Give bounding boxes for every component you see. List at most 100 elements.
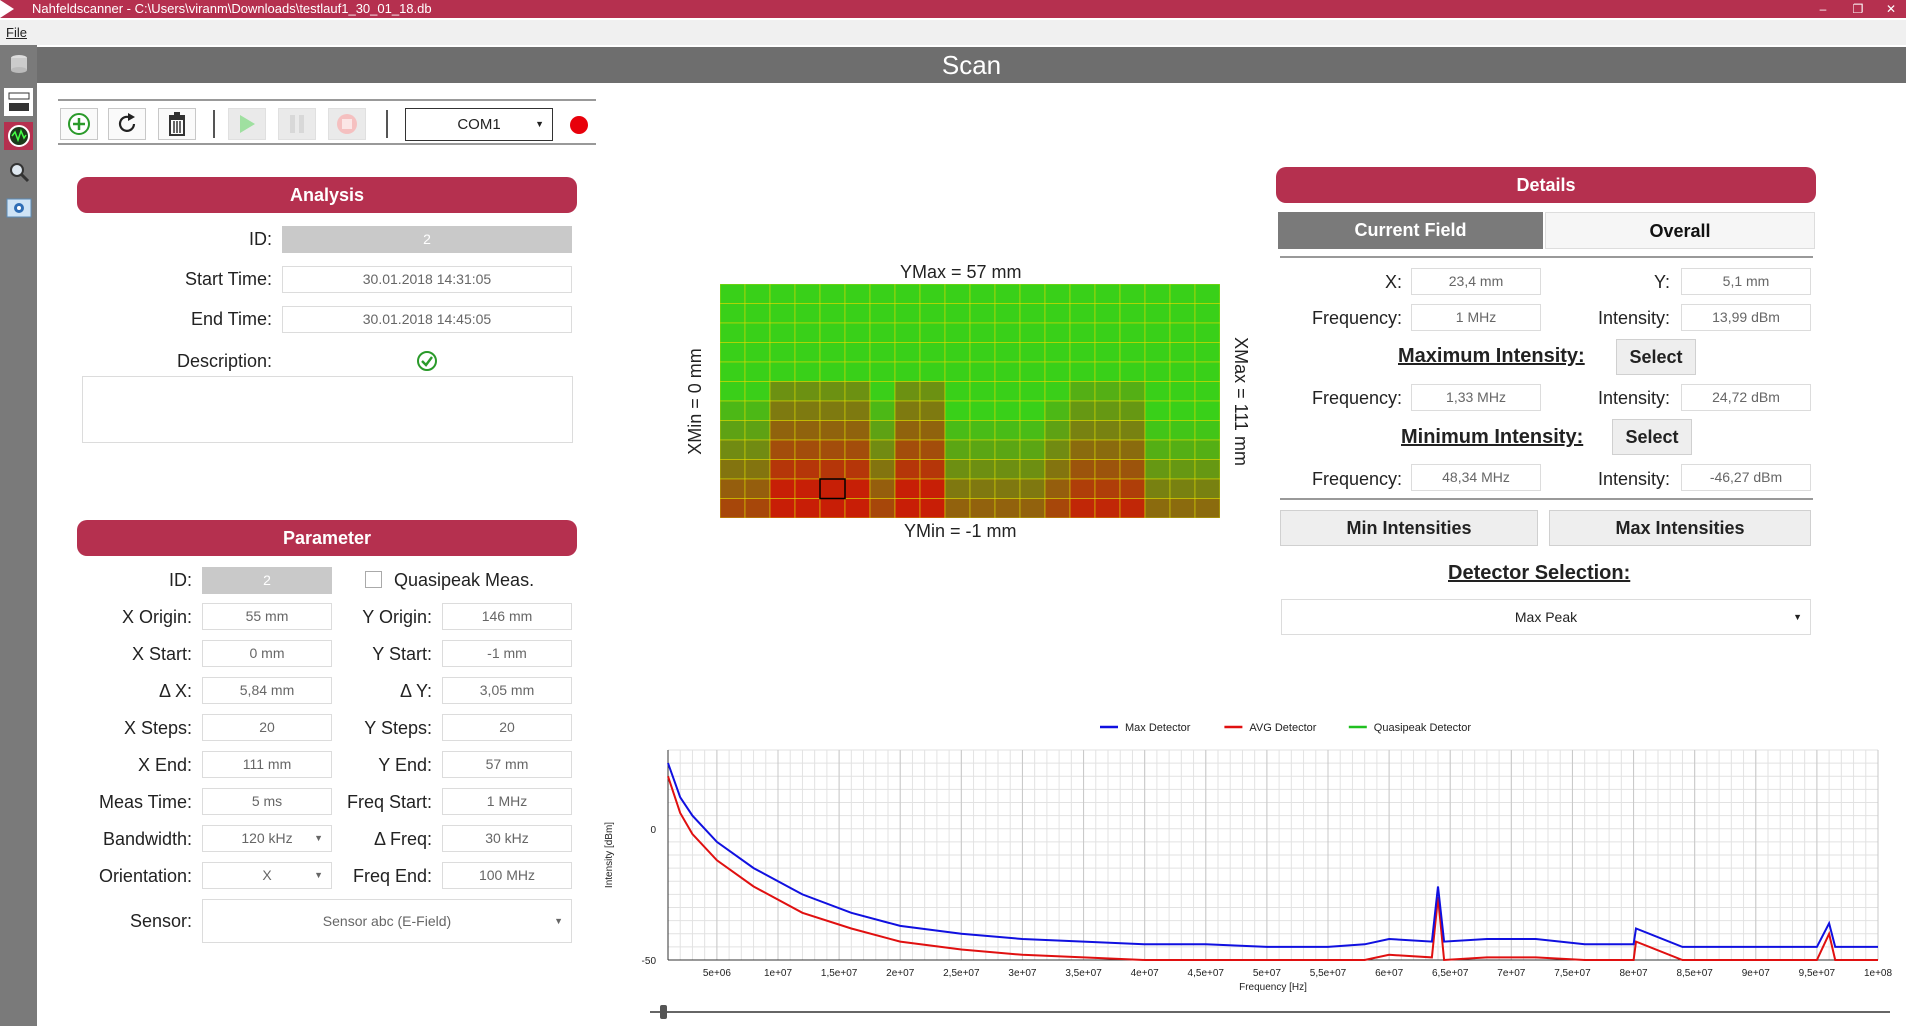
add-button[interactable]: [60, 108, 98, 140]
heatmap-cell: [744, 322, 771, 343]
orientation-label: Orientation:: [98, 866, 192, 886]
heatmap-cell: [1144, 478, 1171, 499]
heatmap-cell: [1119, 381, 1146, 402]
heatmap-cell: [969, 361, 996, 382]
heatmap-cell: [894, 400, 921, 421]
quasipeak-checkbox[interactable]: [365, 571, 382, 588]
settings-icon[interactable]: [4, 194, 33, 222]
max-intensity-select-button[interactable]: Select: [1616, 339, 1696, 375]
heatmap-cell: [1144, 381, 1171, 402]
start-time-label: Start Time:: [184, 269, 272, 289]
x-origin-field[interactable]: 55 mm: [202, 603, 332, 630]
heatmap-cell: [769, 342, 796, 363]
y-origin-label: Y Origin:: [362, 607, 432, 627]
delta-y-field[interactable]: 3,05 mm: [442, 677, 572, 704]
end-time-field[interactable]: 30.01.2018 14:45:05: [282, 306, 572, 333]
min-intensity-field: -46,27 dBm: [1681, 464, 1811, 491]
delta-x-field[interactable]: 5,84 mm: [202, 677, 332, 704]
x-tick-label: 3e+07: [1008, 968, 1037, 979]
search-icon[interactable]: [4, 158, 33, 186]
x-end-field[interactable]: 111 mm: [202, 751, 332, 778]
detail-frequency-field: 1 MHz: [1411, 304, 1541, 331]
x-tick-label: 8e+07: [1620, 968, 1649, 979]
x-tick-label: 5e+07: [1253, 968, 1282, 979]
y-steps-field[interactable]: 20: [442, 714, 572, 741]
heatmap-cell: [994, 459, 1021, 480]
chevron-down-icon: ▼: [554, 916, 563, 926]
heatmap-cell: [994, 284, 1021, 304]
app-logo-icon: [0, 0, 14, 18]
close-button[interactable]: ✕: [1876, 0, 1906, 18]
heatmap-cell: [1069, 303, 1096, 324]
sensor-select[interactable]: Sensor abc (E-Field) ▼: [202, 899, 572, 943]
heatmap-cell: [1119, 459, 1146, 480]
com-port-select[interactable]: COM1 ▼: [405, 108, 553, 141]
heatmap-cell: [1169, 420, 1196, 441]
heatmap-cell: [720, 303, 746, 324]
y-origin-field[interactable]: 146 mm: [442, 603, 572, 630]
min-intensities-button[interactable]: Min Intensities: [1280, 510, 1538, 546]
tab-current-field[interactable]: Current Field: [1278, 212, 1543, 249]
max-intensities-button[interactable]: Max Intensities: [1549, 510, 1811, 546]
heatmap-cell: [1144, 420, 1171, 441]
min-intensity-select-button[interactable]: Select: [1612, 419, 1692, 455]
heatmap-cell: [1144, 400, 1171, 421]
x-tick-label: 1e+08: [1864, 968, 1893, 979]
heatmap-cell: [869, 361, 896, 382]
bandwidth-value: 120 kHz: [241, 830, 293, 846]
refresh-button[interactable]: [108, 108, 146, 140]
detector-select[interactable]: Max Peak ▼: [1281, 599, 1811, 635]
heatmap-cell: [944, 498, 971, 518]
tab-overall[interactable]: Overall: [1545, 212, 1815, 249]
y-end-field[interactable]: 57 mm: [442, 751, 572, 778]
start-time-field[interactable]: 30.01.2018 14:31:05: [282, 266, 572, 293]
heatmap-xmin-label: XMin = 0 mm: [684, 348, 705, 455]
x-start-field[interactable]: 0 mm: [202, 640, 332, 667]
heatmap-cell: [1144, 361, 1171, 382]
heatmap-cell: [944, 478, 971, 499]
heatmap-cell: [1144, 459, 1171, 480]
quasipeak-label: Quasipeak Meas.: [394, 570, 535, 590]
zoom-slider-thumb[interactable]: [660, 1005, 667, 1019]
heatmap-cell: [1119, 420, 1146, 441]
menu-file[interactable]: File: [6, 25, 27, 40]
heatmap-cell: [869, 400, 896, 421]
heatmap-cell: [744, 361, 771, 382]
description-textarea[interactable]: [82, 376, 573, 443]
heatmap[interactable]: [720, 284, 1220, 518]
minimize-button[interactable]: ‒: [1808, 0, 1838, 18]
freq-start-field[interactable]: 1 MHz: [442, 788, 572, 815]
meas-time-field[interactable]: 5 ms: [202, 788, 332, 815]
heatmap-cell: [994, 303, 1021, 324]
play-button[interactable]: [228, 108, 266, 140]
heatmap-cell: [894, 284, 921, 304]
delete-button[interactable]: [158, 108, 196, 140]
x-steps-field[interactable]: 20: [202, 714, 332, 741]
heatmap-cell: [1194, 322, 1220, 343]
heatmap-cell: [894, 322, 921, 343]
heatmap-cell: [794, 361, 821, 382]
heatmap-cell: [1069, 342, 1096, 363]
heatmap-cell: [1194, 498, 1220, 518]
orientation-select[interactable]: X ▼: [202, 862, 332, 889]
heatmap-cell: [819, 361, 846, 382]
stop-button[interactable]: [328, 108, 366, 140]
oscilloscope-icon[interactable]: [4, 122, 33, 150]
bandwidth-select[interactable]: 120 kHz ▼: [202, 825, 332, 852]
x-tick-label: 2,5e+07: [943, 968, 980, 979]
freq-end-field[interactable]: 100 MHz: [442, 862, 572, 889]
pause-button[interactable]: [278, 108, 316, 140]
heatmap-cell: [769, 459, 796, 480]
x-tick-label: 6e+07: [1375, 968, 1404, 979]
delta-freq-field[interactable]: 30 kHz: [442, 825, 572, 852]
restore-button[interactable]: ❐: [1843, 0, 1873, 18]
heatmap-cell: [1144, 439, 1171, 460]
database-icon[interactable]: [4, 50, 33, 78]
spectrum-chart[interactable]: Max Detector AVG Detector Quasipeak Detect…: [600, 710, 1900, 1024]
heatmap-cell: [819, 284, 846, 304]
heatmap-cell: [744, 420, 771, 441]
heatmap-cell: [1019, 303, 1046, 324]
y-start-field[interactable]: -1 mm: [442, 640, 572, 667]
heatmap-cell: [819, 459, 846, 480]
scanner-icon[interactable]: [4, 88, 33, 116]
